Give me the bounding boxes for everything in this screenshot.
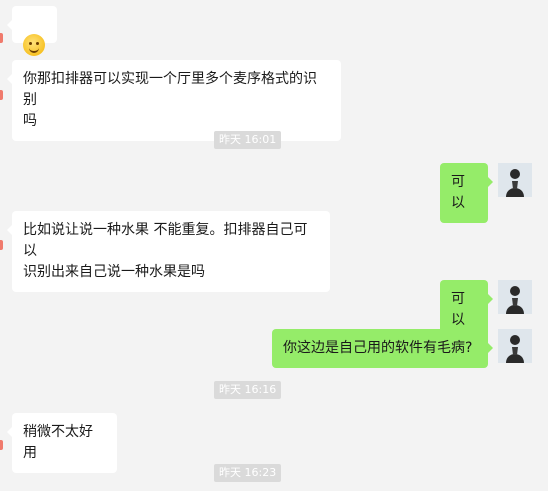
unread-marker — [0, 240, 3, 250]
message-bubble-received[interactable]: 比如说让说一种水果 不能重复。扣排器自己可以 识别出来自己说一种水果是吗 — [7, 211, 330, 292]
chat-area: 你那扣排器可以实现一个厅里多个麦序格式的识别 吗 昨天 16:01 可以 比如说… — [0, 0, 548, 491]
person-avatar-icon — [498, 329, 532, 363]
user-avatar[interactable] — [498, 280, 532, 314]
unread-marker — [0, 440, 3, 450]
message-bubble-received[interactable]: 稍微不太好用 — [7, 413, 117, 473]
message-bubble-sent[interactable]: 你这边是自己用的软件有毛病? — [272, 329, 493, 368]
person-avatar-icon — [498, 280, 532, 314]
unread-marker — [0, 90, 3, 100]
user-avatar[interactable] — [498, 163, 532, 197]
slightly-smiling-face-icon — [23, 34, 45, 56]
timestamp: 昨天 16:16 — [214, 381, 282, 399]
message-bubble-sent[interactable]: 可以 — [440, 163, 493, 223]
timestamp: 昨天 16:23 — [214, 464, 282, 482]
message-bubble-received[interactable]: 你那扣排器可以实现一个厅里多个麦序格式的识别 吗 — [7, 60, 341, 141]
user-avatar[interactable] — [498, 329, 532, 363]
message-bubble-emoji[interactable] — [7, 6, 57, 56]
unread-marker — [0, 33, 3, 43]
timestamp: 昨天 16:01 — [214, 131, 282, 149]
person-avatar-icon — [498, 163, 532, 197]
